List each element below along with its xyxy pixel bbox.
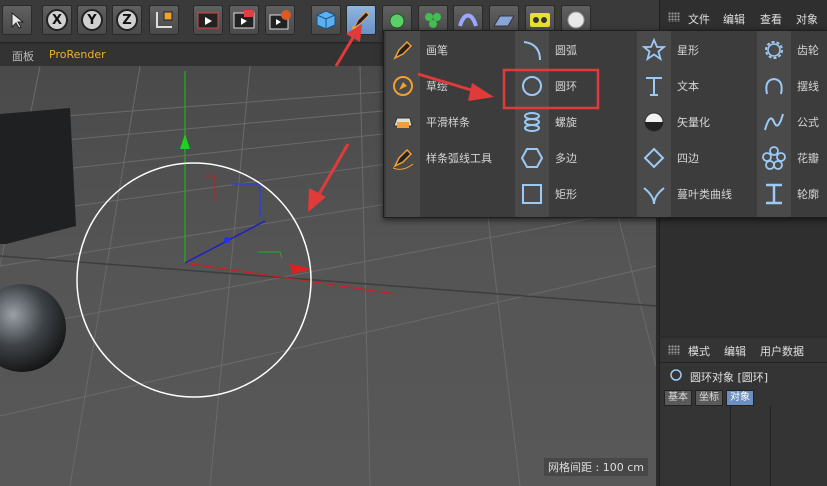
vectorizer-icon [644, 112, 664, 132]
clapper-icon [233, 10, 255, 29]
spline-pen-button[interactable] [346, 5, 376, 35]
profile-icon [766, 183, 782, 205]
attribute-manager-panel: 模式 编辑 用户数据 圆环对象 [圆环] 基本 坐标 对象 [659, 338, 827, 486]
palette-item-flower[interactable]: 花瓣 [759, 141, 819, 175]
panel-menu[interactable]: 面板 [12, 48, 34, 64]
pen-tool-icon [393, 40, 413, 60]
palette-item-profile[interactable]: 轮廓 [759, 177, 819, 211]
attr-menu-edit[interactable]: 编辑 [724, 343, 746, 359]
generator-icon [389, 13, 405, 29]
smooth-spline-icon [393, 117, 413, 128]
palette-item-cissoid[interactable]: 蔓叶类曲线 [639, 177, 732, 211]
attr-menu-mode[interactable]: 模式 [688, 343, 710, 359]
cogwheel-icon [765, 41, 783, 59]
y-axis-arrow [180, 134, 190, 149]
arc-icon [523, 41, 541, 61]
rectangle-icon [522, 184, 542, 204]
select-tool-button[interactable] [2, 5, 32, 35]
render-settings-icon [269, 10, 291, 30]
palette-item-polygon[interactable]: 多边 [517, 141, 577, 175]
prorender-menu[interactable]: ProRender [49, 48, 106, 61]
palette-item-sketch[interactable]: 草绘 [388, 69, 448, 103]
palette-item-smooth-spline[interactable]: 平滑样条 [388, 105, 470, 139]
z-axis-icon: Z [116, 9, 138, 31]
render-view-button[interactable] [193, 5, 223, 35]
helix-icon [524, 112, 540, 132]
spline-palette-popup: 画笔 草绘 平滑样条 样条弧线工具 圆弧 圆环 螺旋 多边 矩形 星形 文本 矢… [383, 30, 827, 218]
coordinate-system-icon [156, 11, 173, 28]
panel-grip-icon[interactable] [668, 12, 680, 22]
star-icon [642, 38, 666, 62]
diamond-icon [643, 147, 665, 169]
gizmo-y-plane[interactable] [258, 251, 283, 259]
mograph-icon [425, 13, 441, 28]
light-bulb-icon [567, 11, 585, 29]
menu-object[interactable]: 对象 [796, 11, 818, 27]
circle-object-icon [670, 369, 682, 381]
y-axis-icon: Y [81, 9, 103, 31]
cissoid-icon [643, 187, 665, 205]
cube-button[interactable] [311, 5, 341, 35]
palette-item-text[interactable]: 文本 [639, 69, 699, 103]
sketch-tool-icon [393, 76, 413, 96]
grid-spacing-label: 网格间距 : 100 cm [544, 458, 648, 476]
floor-icon [493, 15, 515, 27]
palette-item-cogwheel[interactable]: 齿轮 [759, 33, 819, 67]
palette-item-arc[interactable]: 圆弧 [517, 33, 577, 67]
cycloid-icon [765, 77, 783, 95]
cursor-icon [11, 11, 25, 29]
hexagon-icon [520, 148, 544, 168]
palette-item-formula[interactable]: 公式 [759, 105, 819, 139]
tab-coordinates[interactable]: 坐标 [695, 390, 723, 406]
flower-icon [762, 146, 786, 170]
circle-icon [522, 76, 542, 96]
tab-object[interactable]: 对象 [726, 390, 754, 406]
cube-object[interactable] [0, 108, 76, 244]
palette-item-cycloid[interactable]: 摆线 [759, 69, 819, 103]
palette-item-circle[interactable]: 圆环 [517, 69, 577, 103]
panel-grip-icon[interactable] [668, 345, 680, 355]
horizon-line [0, 255, 656, 307]
tab-basic[interactable]: 基本 [664, 390, 692, 406]
z-axis-lock-button[interactable]: Z [112, 5, 142, 35]
formula-icon [764, 113, 784, 131]
spline-arc-tool-icon [392, 148, 414, 170]
attr-menu-userdata[interactable]: 用户数据 [760, 343, 804, 359]
cube-icon [316, 10, 336, 30]
palette-item-helix[interactable]: 螺旋 [517, 105, 577, 139]
sphere-object[interactable] [0, 284, 66, 372]
z-axis-handle[interactable] [224, 237, 230, 243]
menu-view[interactable]: 查看 [760, 11, 782, 27]
text-icon [646, 77, 662, 96]
x-axis-icon: X [46, 9, 68, 31]
render-to-picture-viewer-button[interactable] [229, 5, 259, 35]
coordinate-system-button[interactable] [149, 5, 179, 35]
palette-item-star[interactable]: 星形 [639, 33, 699, 67]
attr-object-title: 圆环对象 [圆环] [690, 371, 769, 384]
pen-icon [352, 11, 370, 30]
x-axis-lock-button[interactable]: X [42, 5, 72, 35]
palette-item-pen[interactable]: 画笔 [388, 33, 448, 67]
clapper-icon [197, 12, 219, 29]
render-settings-button[interactable] [265, 5, 295, 35]
palette-item-rectangle[interactable]: 矩形 [517, 177, 577, 211]
palette-item-spline-arc-tool[interactable]: 样条弧线工具 [388, 141, 492, 175]
deformer-icon [458, 13, 478, 27]
circle-spline[interactable] [76, 162, 312, 398]
camera-icon [530, 13, 550, 27]
palette-item-four-side[interactable]: 四边 [639, 141, 699, 175]
y-axis-lock-button[interactable]: Y [77, 5, 107, 35]
menu-file[interactable]: 文件 [688, 11, 710, 27]
menu-edit[interactable]: 编辑 [723, 11, 745, 27]
palette-item-vectorizer[interactable]: 矢量化 [639, 105, 710, 139]
